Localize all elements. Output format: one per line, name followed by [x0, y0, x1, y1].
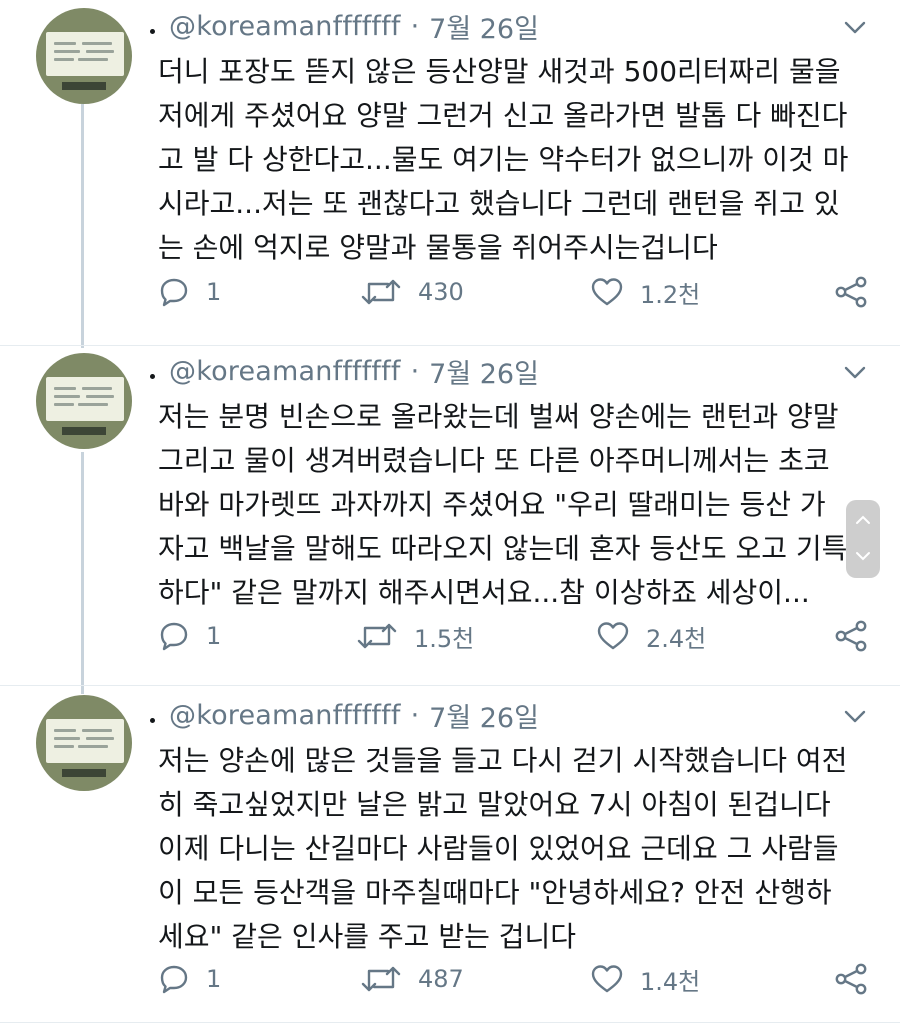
user-handle[interactable]: @koreamanfffffff: [169, 356, 401, 387]
reply-icon: [160, 965, 188, 994]
reply-icon: [160, 278, 188, 307]
like-count: 1.4천: [640, 967, 701, 996]
scrollbar-thumb[interactable]: [846, 500, 880, 578]
action-bar: 1 1.5천 2.4천: [158, 614, 878, 658]
avatar[interactable]: [36, 695, 132, 791]
retweet-icon: [357, 623, 397, 649]
retweet-count: 487: [418, 965, 464, 993]
divider: [0, 1022, 900, 1023]
like-icon: [591, 965, 623, 993]
tweet-date[interactable]: 7월 26일: [429, 352, 539, 391]
retweet-count: 1.5천: [414, 624, 475, 653]
user-handle[interactable]: @koreamanfffffff: [169, 700, 401, 731]
like-button[interactable]: 1.4천: [590, 957, 700, 1001]
chevron-down-icon: [856, 552, 870, 561]
retweet-button[interactable]: 430: [360, 270, 464, 314]
reply-button[interactable]: 1: [158, 270, 221, 314]
retweet-count: 430: [418, 278, 464, 306]
reply-button[interactable]: 1: [158, 957, 221, 1001]
reply-count: 1: [206, 965, 222, 993]
bullet-dot: [150, 717, 155, 723]
like-icon: [597, 622, 629, 650]
tweet-text: 저는 양손에 많은 것들을 들고 다시 걷기 시작했습니다 여전 히 죽고싶었지…: [158, 744, 848, 953]
tweet-text: 더니 포장도 뜯지 않은 등산양말 새것과 500리터짜리 물을 저에게 주셨어…: [158, 55, 849, 264]
avatar[interactable]: [36, 8, 132, 104]
action-bar: 1 430 1.2천: [158, 270, 878, 314]
user-handle[interactable]: @koreamanfffffff: [169, 11, 401, 42]
tweet-text: 저는 분명 빈손으로 올라왔는데 벌써 양손에는 랜턴과 양말 그리고 물이 생…: [158, 400, 848, 609]
tweet-header: @koreamanfffffff · 7월 26일: [150, 695, 539, 735]
separator: ·: [410, 10, 420, 42]
action-bar: 1 487 1.4천: [158, 957, 878, 1001]
like-count: 1.2천: [640, 280, 701, 309]
chevron-down-icon[interactable]: [842, 15, 868, 41]
like-icon: [591, 278, 623, 306]
separator: ·: [410, 355, 420, 387]
bullet-dot: [150, 373, 155, 379]
like-button[interactable]: 1.2천: [590, 270, 700, 314]
reply-icon: [160, 622, 188, 651]
chevron-up-icon: [856, 515, 870, 524]
reply-count: 1: [206, 278, 222, 306]
tweet-header: @koreamanfffffff · 7월 26일: [150, 351, 539, 391]
reply-count: 1: [206, 622, 222, 650]
chevron-down-icon[interactable]: [842, 704, 868, 730]
retweet-icon: [361, 279, 401, 305]
avatar[interactable]: [36, 353, 132, 449]
retweet-button[interactable]: 1.5천: [356, 614, 474, 658]
like-button[interactable]: 2.4천: [596, 614, 706, 658]
like-count: 2.4천: [646, 624, 707, 653]
share-icon[interactable]: [834, 620, 868, 652]
share-icon[interactable]: [834, 963, 868, 995]
tweet-header: @koreamanfffffff · 7월 26일: [150, 6, 539, 46]
separator: ·: [410, 699, 420, 731]
reply-button[interactable]: 1: [158, 614, 221, 658]
tweet-date[interactable]: 7월 26일: [429, 696, 539, 735]
chevron-down-icon[interactable]: [842, 360, 868, 386]
tweet[interactable]: @koreamanfffffff · 7월 26일 저는 양손에 많은 것들을 …: [0, 685, 900, 1026]
retweet-button[interactable]: 487: [360, 957, 464, 1001]
retweet-icon: [361, 966, 401, 992]
tweet[interactable]: @koreamanfffffff · 7월 26일 저는 분명 빈손으로 올라왔…: [0, 345, 900, 685]
share-icon[interactable]: [834, 276, 868, 308]
tweet-date[interactable]: 7월 26일: [429, 7, 539, 46]
bullet-dot: [150, 28, 155, 34]
tweet[interactable]: @koreamanfffffff · 7월 26일 더니 포장도 뜯지 않은 등…: [0, 0, 900, 345]
